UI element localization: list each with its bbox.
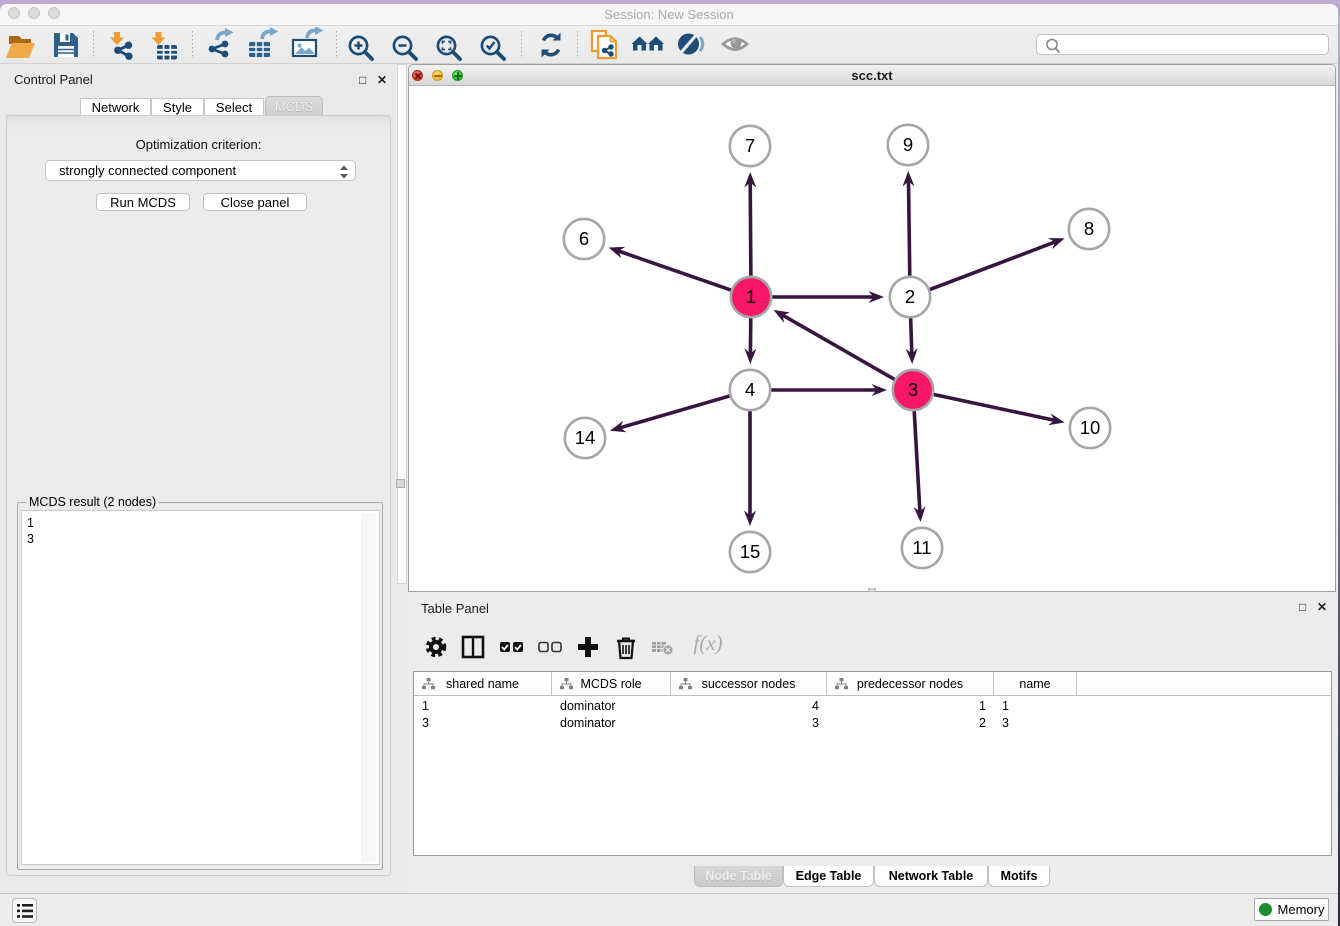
svg-text:4: 4 [745,379,755,400]
svg-text:11: 11 [912,537,931,558]
svg-text:10: 10 [1080,417,1101,438]
svg-text:1: 1 [746,286,756,307]
svg-text:3: 3 [908,379,918,400]
svg-text:6: 6 [579,228,589,249]
svg-text:2: 2 [905,286,915,307]
svg-text:7: 7 [745,135,755,156]
svg-text:14: 14 [575,427,596,448]
svg-text:8: 8 [1084,218,1094,239]
svg-text:15: 15 [740,541,761,562]
svg-text:9: 9 [903,134,913,155]
